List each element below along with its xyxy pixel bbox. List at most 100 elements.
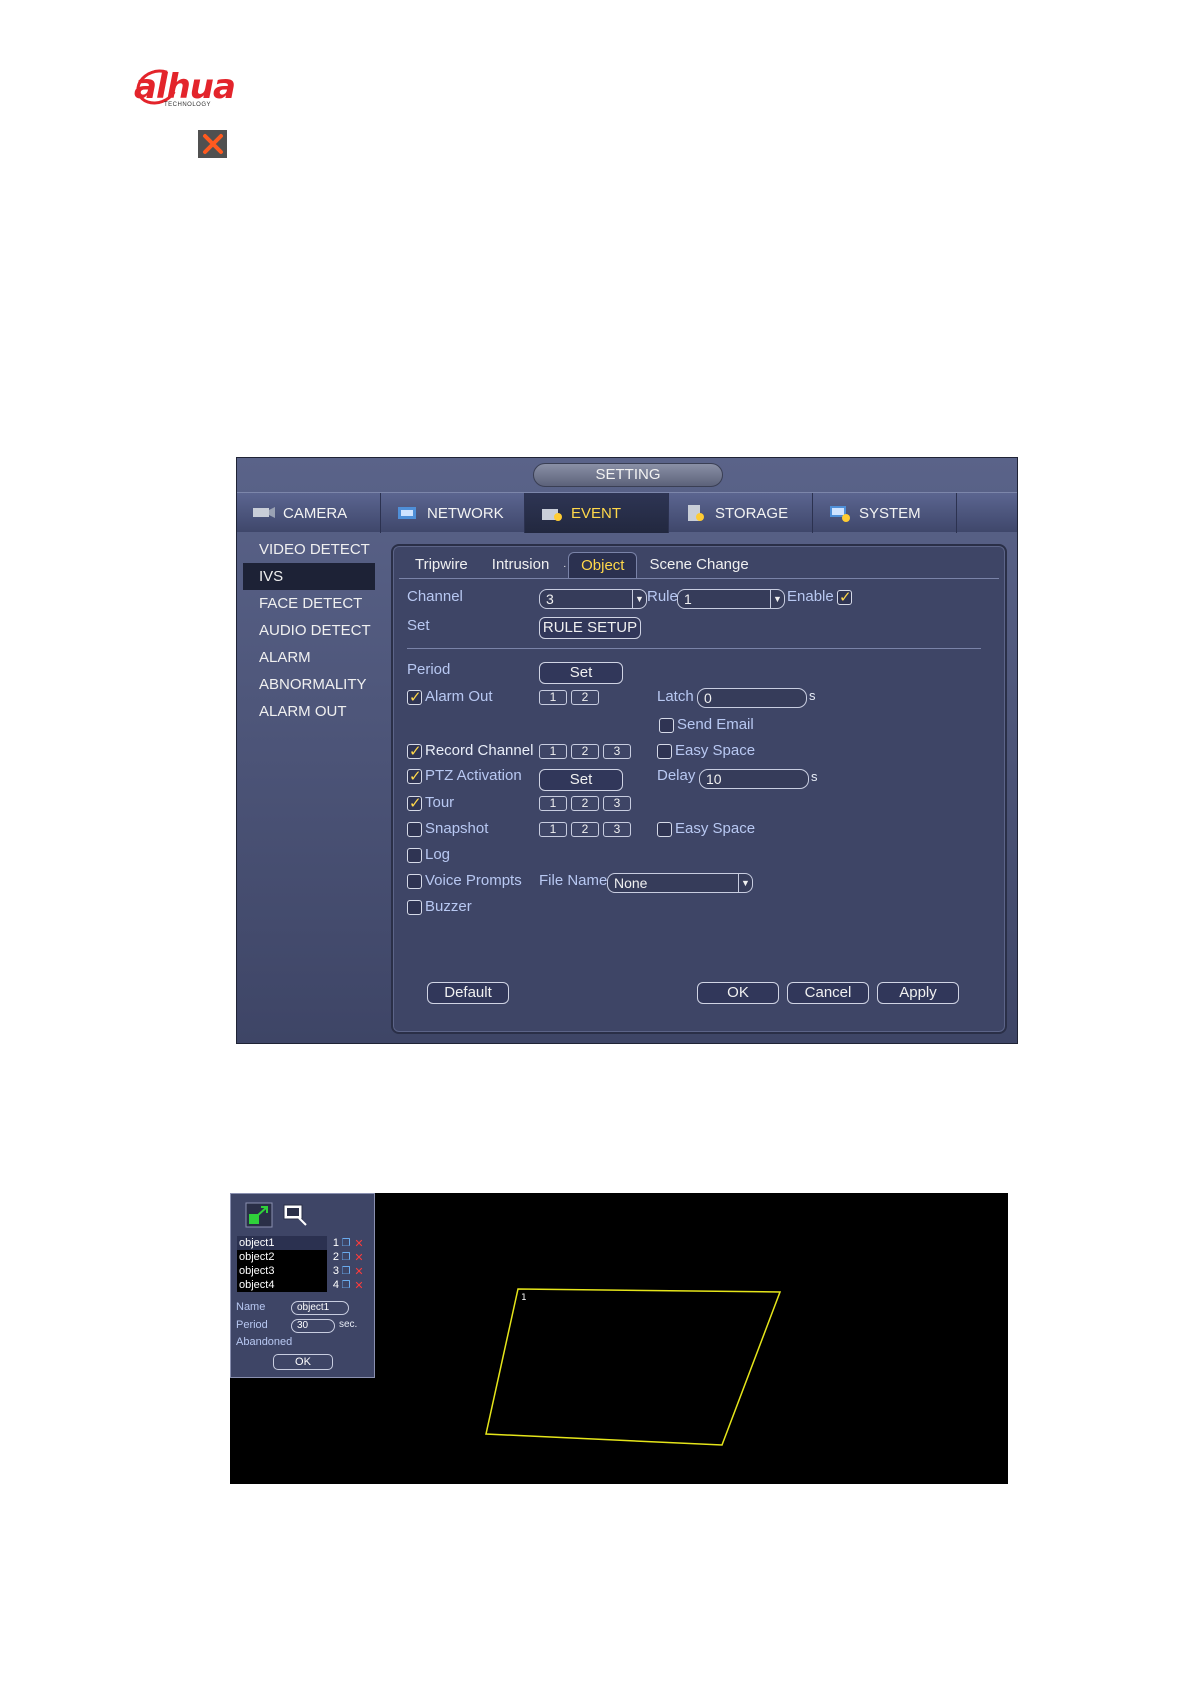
enable-checkbox[interactable]	[837, 588, 852, 606]
latch-input[interactable]: 0	[697, 688, 807, 708]
delete-icon[interactable]: ✕	[353, 1237, 365, 1250]
snapshot-1[interactable]: 1	[539, 822, 567, 837]
draw-region-icon[interactable]	[245, 1202, 273, 1228]
alarm-out-2[interactable]: 2	[571, 690, 599, 705]
menu-item-face-detect[interactable]: FACE DETECT	[243, 590, 375, 617]
rule-setup-button[interactable]: RULE SETUP	[539, 617, 641, 639]
channel-select[interactable]: 3 ▼	[539, 589, 647, 609]
menu-item-ivs[interactable]: IVS	[243, 563, 375, 590]
delay-input[interactable]: 10	[699, 769, 809, 789]
send-email-checkbox[interactable]	[659, 718, 674, 733]
enable-label: Enable	[787, 588, 834, 605]
apply-button[interactable]: Apply	[877, 982, 959, 1004]
rule-ok-button[interactable]: OK	[273, 1354, 333, 1370]
alarm-out-checkbox[interactable]	[407, 688, 422, 706]
tab-label: SYSTEM	[859, 504, 921, 522]
period-label: Period	[236, 1319, 268, 1331]
tour-1[interactable]: 1	[539, 796, 567, 811]
menu-item-abnormality[interactable]: ABNORMALITY	[243, 671, 375, 698]
copy-icon[interactable]: ❐	[339, 1252, 353, 1263]
easy-space-checkbox[interactable]	[657, 822, 672, 837]
tab-tripwire[interactable]: Tripwire	[403, 552, 480, 578]
log-checkbox[interactable]	[407, 848, 422, 863]
ptz-activation-checkbox[interactable]	[407, 767, 422, 785]
ivs-subtabs: Tripwire Intrusion . Object Scene Change	[403, 552, 761, 578]
name-input[interactable]: object1	[291, 1301, 349, 1315]
snapshot-3[interactable]: 3	[603, 822, 631, 837]
object-name: object4	[237, 1278, 327, 1292]
tab-object[interactable]: Object	[568, 552, 638, 578]
period-unit: sec.	[339, 1319, 358, 1330]
tab-scene-change[interactable]: Scene Change	[637, 552, 760, 578]
snapshot-label: Snapshot	[425, 820, 489, 837]
alarm-out-1[interactable]: 1	[539, 690, 567, 705]
list-item[interactable]: object3 3 ❐ ✕	[237, 1264, 369, 1278]
section-divider	[407, 648, 981, 649]
record-channel-checkbox[interactable]	[407, 742, 422, 760]
alarm-out-label: Alarm Out	[425, 688, 493, 705]
rule-drawing-screen[interactable]: 1 object1 1 ❐ ✕ object2 2 ❐ ✕ object3 3 …	[230, 1193, 1008, 1484]
dahua-logo: alhua TECHNOLOGY	[131, 63, 256, 111]
tour-2[interactable]: 2	[571, 796, 599, 811]
event-icon	[542, 509, 562, 521]
object-name: object2	[237, 1250, 327, 1264]
list-item[interactable]: object1 1 ❐ ✕	[237, 1236, 369, 1250]
tab-label: EVENT	[571, 504, 622, 522]
easy-space-label: Easy Space	[675, 820, 756, 837]
object-name: object1	[237, 1236, 327, 1250]
detection-region-outline[interactable]	[485, 1288, 782, 1446]
setting-window: SETTING CAMERA NETWORK EVENT STORAGE SYS…	[236, 457, 1018, 1044]
copy-icon[interactable]: ❐	[339, 1238, 353, 1249]
copy-icon[interactable]: ❐	[339, 1280, 353, 1291]
file-name-select[interactable]: None ▼	[607, 873, 753, 893]
ok-button[interactable]: OK	[697, 982, 779, 1004]
record-channel-3[interactable]: 3	[603, 744, 631, 759]
buzzer-checkbox[interactable]	[407, 900, 422, 915]
record-channel-2[interactable]: 2	[571, 744, 599, 759]
record-channel-1[interactable]: 1	[539, 744, 567, 759]
rule-panel: object1 1 ❐ ✕ object2 2 ❐ ✕ object3 3 ❐ …	[230, 1193, 375, 1378]
send-email-label: Send Email	[677, 716, 754, 733]
rule-label: Rule	[647, 588, 678, 605]
ptz-set-button[interactable]: Set	[539, 769, 623, 791]
list-item[interactable]: object4 4 ❐ ✕	[237, 1278, 369, 1292]
delete-icon[interactable]: ✕	[353, 1251, 365, 1264]
period-set-button[interactable]: Set	[539, 662, 623, 684]
menu-item-audio-detect[interactable]: AUDIO DETECT	[243, 617, 375, 644]
list-item[interactable]: object2 2 ❐ ✕	[237, 1250, 369, 1264]
delete-icon[interactable]: ✕	[353, 1279, 365, 1292]
easy-space-checkbox[interactable]	[657, 744, 672, 759]
menu-item-video-detect[interactable]: VIDEO DETECT	[243, 536, 375, 563]
tab-label: CAMERA	[283, 504, 348, 522]
snapshot-2[interactable]: 2	[571, 822, 599, 837]
copy-icon[interactable]: ❐	[339, 1266, 353, 1277]
ptz-activation-label: PTZ Activation	[425, 767, 522, 784]
voice-prompts-label: Voice Prompts	[425, 872, 522, 889]
tab-network[interactable]: NETWORK	[381, 493, 525, 533]
rule-select[interactable]: 1 ▼	[677, 589, 785, 609]
set-label: Set	[407, 617, 430, 634]
tab-intrusion[interactable]: Intrusion	[480, 552, 562, 578]
clear-region-icon[interactable]	[281, 1202, 309, 1228]
camera-icon	[253, 507, 275, 518]
menu-item-alarm[interactable]: ALARM	[243, 644, 375, 671]
cancel-button[interactable]: Cancel	[787, 982, 869, 1004]
period-input[interactable]: 30	[291, 1319, 335, 1333]
tab-event[interactable]: EVENT	[525, 493, 669, 533]
name-label: Name	[236, 1301, 266, 1313]
tab-system[interactable]: SYSTEM	[813, 493, 957, 533]
side-menu: VIDEO DETECT IVS FACE DETECT AUDIO DETEC…	[243, 536, 375, 725]
snapshot-checkbox[interactable]	[407, 822, 422, 837]
tour-3[interactable]: 3	[603, 796, 631, 811]
chevron-down-icon: ▼	[770, 590, 784, 608]
voice-prompts-checkbox[interactable]	[407, 874, 422, 889]
tab-camera[interactable]: CAMERA	[237, 493, 381, 533]
buzzer-label: Buzzer	[425, 898, 472, 915]
tour-checkbox[interactable]	[407, 794, 422, 812]
default-button[interactable]: Default	[427, 982, 509, 1004]
menu-item-alarm-out[interactable]: ALARM OUT	[243, 698, 375, 725]
object-number: 4	[332, 1279, 339, 1291]
tab-storage[interactable]: STORAGE	[669, 493, 813, 533]
delete-icon[interactable]: ✕	[353, 1265, 365, 1278]
subtab-dot: .	[563, 559, 567, 570]
